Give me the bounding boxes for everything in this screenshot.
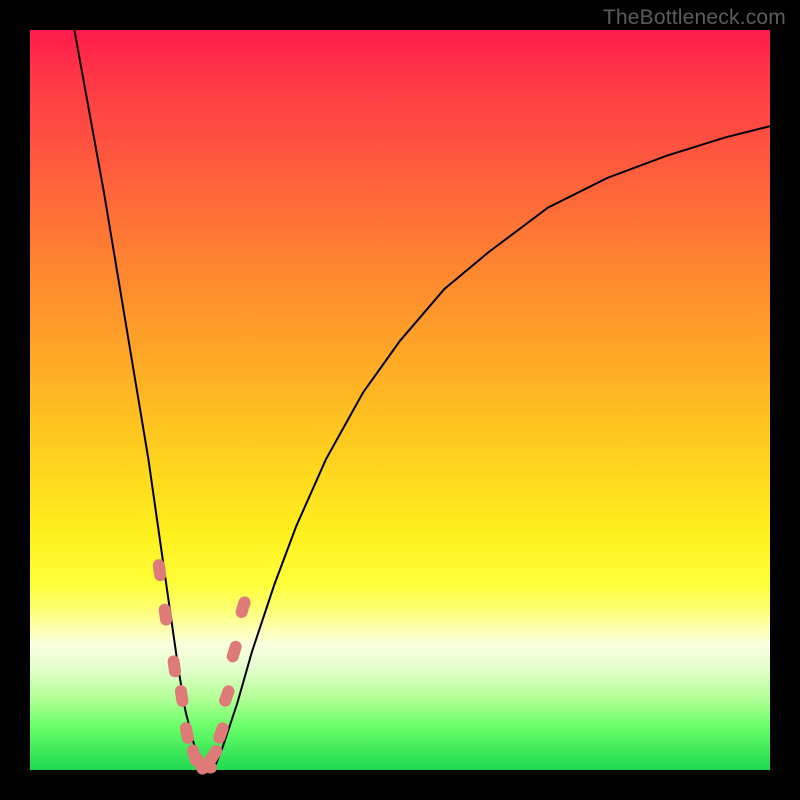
- curve-marker: [152, 558, 167, 581]
- watermark-text: TheBottleneck.com: [603, 6, 786, 30]
- curve-marker: [217, 684, 236, 709]
- curve-marker: [167, 655, 182, 678]
- curve-svg: [30, 30, 770, 770]
- curve-marker: [158, 603, 173, 626]
- curve-marker: [179, 721, 195, 745]
- curve-marker: [225, 639, 243, 664]
- curve-marker: [174, 684, 189, 708]
- curve-marker: [234, 595, 252, 620]
- chart-frame: TheBottleneck.com: [0, 0, 800, 800]
- plot-area: [30, 30, 770, 770]
